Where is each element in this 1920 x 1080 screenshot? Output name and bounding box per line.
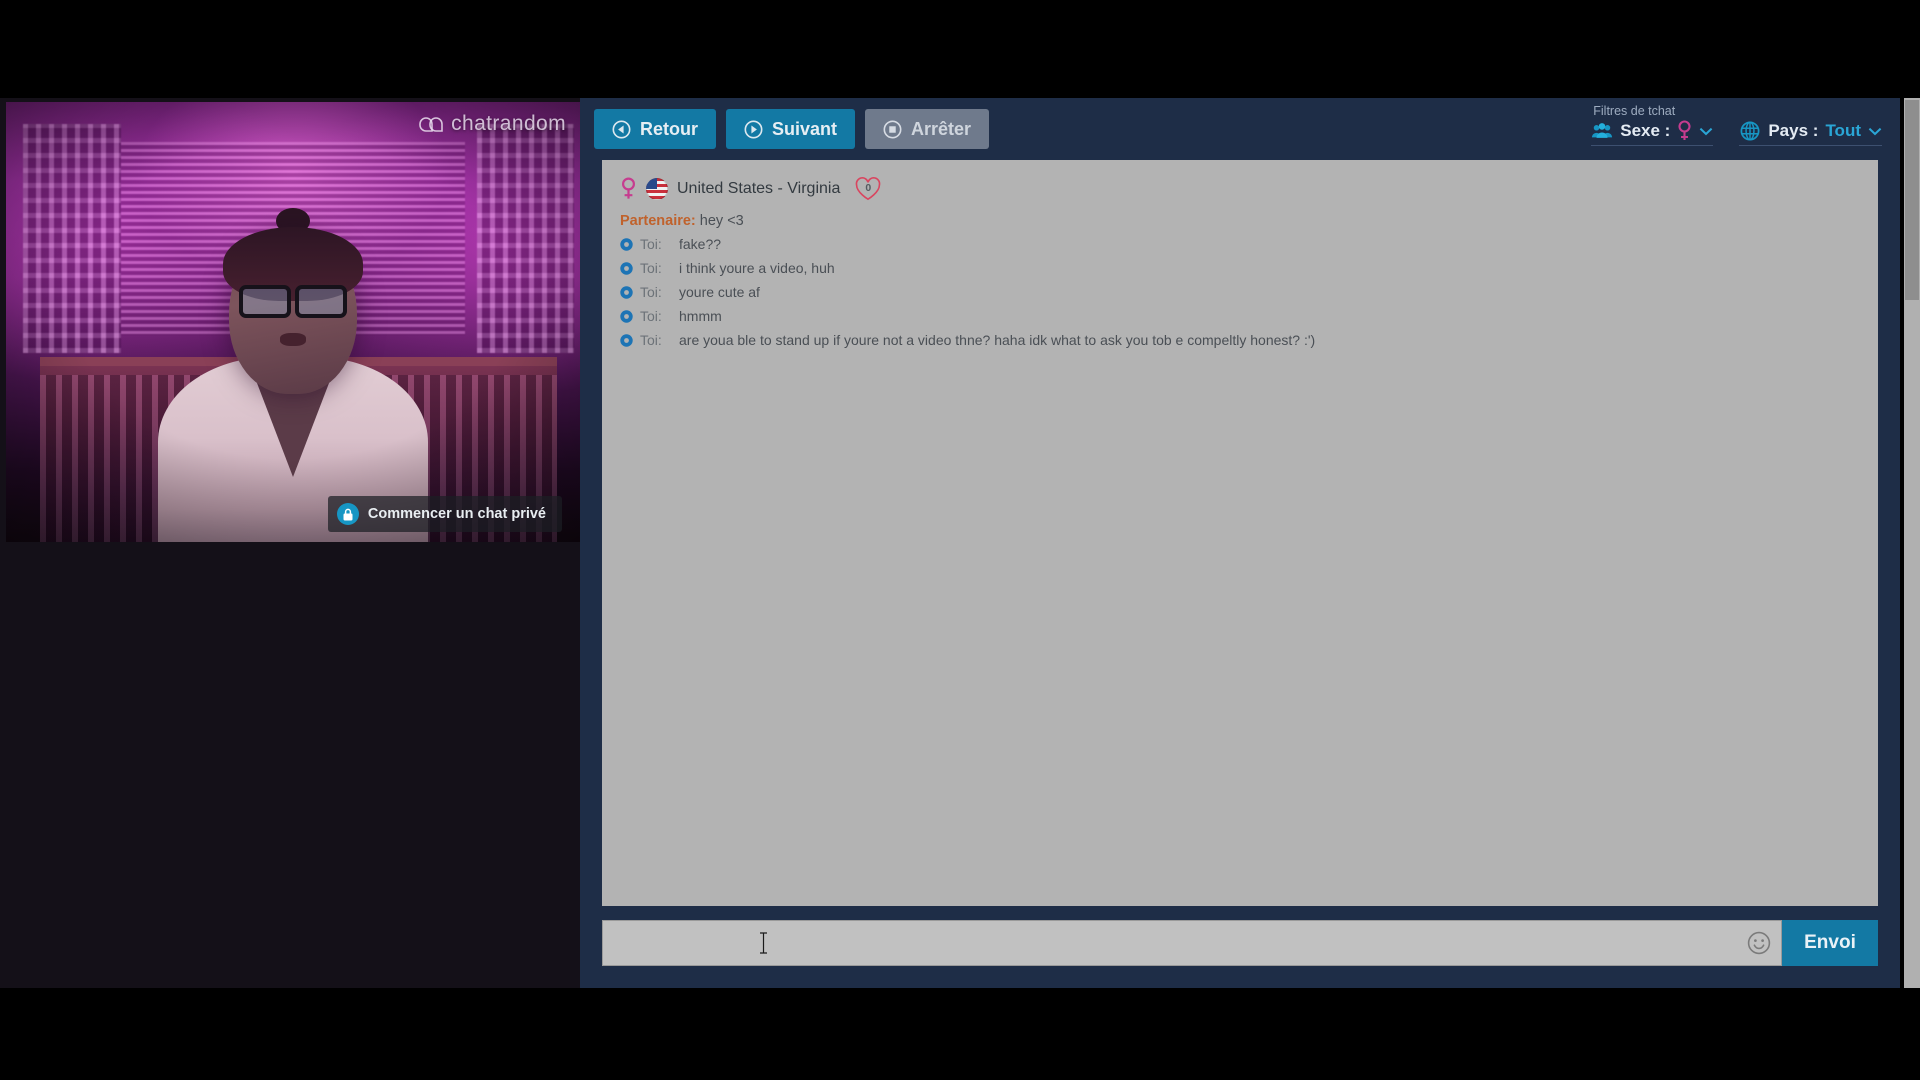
partner-message-row: Partenaire: hey <3 bbox=[620, 213, 1860, 229]
chat-filters: Filtres de tchat Sexe : Pays: Tout bbox=[1591, 104, 1882, 146]
lock-icon bbox=[336, 503, 359, 525]
filter-country-label: Pays : bbox=[1768, 121, 1819, 140]
chat-message-list[interactable]: United States - Virginia 0 Partenaire: h… bbox=[602, 160, 1878, 906]
message-author: Toi: bbox=[640, 284, 662, 300]
filter-sex[interactable]: Sexe : bbox=[1591, 120, 1714, 146]
message-author: Toi: bbox=[640, 332, 662, 348]
mouse-cursor-ibeam bbox=[760, 932, 767, 954]
chat-message-row: Toi: hmmm bbox=[620, 308, 1860, 324]
country-flag-icon bbox=[646, 178, 668, 200]
self-message-icon bbox=[620, 262, 633, 275]
message-text: i think youre a video, huh bbox=[679, 260, 835, 276]
chat-panel: Retour Suivant Arrêter Filtres de tchat bbox=[580, 98, 1900, 988]
next-button[interactable]: Suivant bbox=[726, 109, 856, 149]
stop-icon bbox=[883, 120, 902, 138]
peer-location: United States - Virginia bbox=[677, 180, 841, 197]
message-author: Toi: bbox=[640, 236, 662, 252]
page-scrollbar[interactable] bbox=[1904, 98, 1920, 988]
female-symbol-icon bbox=[1678, 120, 1691, 140]
message-text: fake?? bbox=[679, 236, 722, 252]
partner-name: Partenaire: bbox=[620, 213, 696, 229]
letterbox-bottom-bar bbox=[0, 988, 1920, 1080]
self-message-icon bbox=[620, 238, 633, 251]
filter-country-value: Tout bbox=[1825, 121, 1861, 140]
message-input[interactable] bbox=[602, 920, 1782, 966]
previous-icon bbox=[612, 120, 631, 138]
self-message-icon bbox=[620, 286, 633, 299]
people-icon bbox=[1592, 123, 1613, 138]
stop-button-label: Arrêter bbox=[911, 118, 972, 139]
partner-message-text: hey <3 bbox=[699, 213, 744, 229]
peer-header: United States - Virginia 0 bbox=[620, 176, 1860, 202]
app-root: chatrandom Commencer un chat privé Retou… bbox=[0, 0, 1920, 1080]
chat-message-row: Toi: youre cute af bbox=[620, 284, 1860, 300]
female-symbol-icon bbox=[621, 177, 636, 199]
self-message-icon bbox=[620, 334, 633, 347]
remote-video-stage[interactable]: chatrandom Commencer un chat privé bbox=[6, 102, 580, 542]
chevron-down-icon bbox=[1700, 127, 1713, 135]
message-text: youre cute af bbox=[679, 284, 760, 300]
message-input-value[interactable] bbox=[617, 921, 1747, 965]
chat-message-row: Toi: i think youre a video, huh bbox=[620, 260, 1860, 276]
filter-sex-label: Sexe : bbox=[1620, 121, 1671, 140]
chat-toolbar: Retour Suivant Arrêter Filtres de tchat bbox=[580, 98, 1900, 160]
video-vignette bbox=[6, 102, 580, 542]
message-author: Toi: bbox=[640, 260, 662, 276]
message-author: Toi: bbox=[640, 308, 662, 324]
emoji-picker-icon[interactable] bbox=[1747, 931, 1771, 955]
page-scrollbar-thumb[interactable] bbox=[1905, 100, 1919, 300]
chat-message-row: Toi: fake?? bbox=[620, 236, 1860, 252]
letterbox-top-bar bbox=[0, 0, 1920, 98]
chat-message-row: Toi: are youa ble to stand up if youre n… bbox=[620, 332, 1860, 348]
filter-country[interactable]: Pays : Tout bbox=[1739, 120, 1882, 146]
chat-filters-title: Filtres de tchat bbox=[1593, 104, 1676, 118]
back-button[interactable]: Retour bbox=[594, 109, 716, 149]
remote-video-feed bbox=[6, 102, 580, 542]
globe-icon bbox=[1740, 121, 1760, 141]
next-button-label: Suivant bbox=[772, 118, 838, 139]
chat-filters-row: Sexe : Pays: Tout bbox=[1591, 120, 1882, 146]
play-icon bbox=[744, 120, 763, 138]
message-composer: Envoi bbox=[602, 920, 1878, 966]
start-private-chat-button[interactable]: Commencer un chat privé bbox=[327, 496, 562, 532]
video-column: chatrandom Commencer un chat privé bbox=[0, 98, 580, 988]
like-badge[interactable]: 0 bbox=[854, 176, 882, 202]
message-text: are youa ble to stand up if youre not a … bbox=[679, 332, 1316, 348]
back-button-label: Retour bbox=[640, 118, 698, 139]
message-text: hmmm bbox=[679, 308, 722, 324]
start-private-chat-label: Commencer un chat privé bbox=[367, 506, 546, 522]
send-button[interactable]: Envoi bbox=[1782, 920, 1878, 966]
chevron-down-icon bbox=[1868, 127, 1882, 135]
self-message-icon bbox=[620, 310, 633, 323]
stop-button[interactable]: Arrêter bbox=[865, 109, 990, 149]
like-count: 0 bbox=[865, 182, 872, 194]
